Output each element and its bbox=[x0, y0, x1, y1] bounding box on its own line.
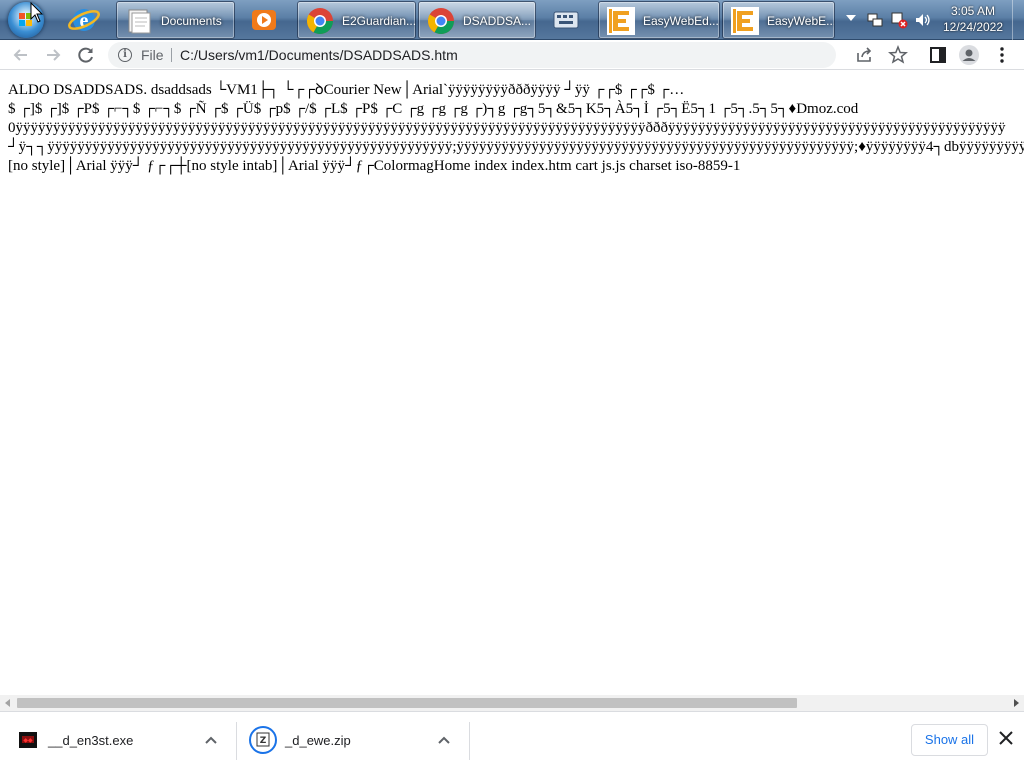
download-shelf: ◆◆ __d_en3st.exe Z _d_ewe.zip Show all bbox=[0, 711, 1024, 768]
download-item[interactable]: Z _d_ewe.zip bbox=[237, 722, 470, 760]
taskbar-clock[interactable]: 3:05 AM 12/24/2022 bbox=[938, 3, 1008, 35]
clock-time: 3:05 AM bbox=[950, 4, 996, 18]
download-filename: __d_en3st.exe bbox=[48, 733, 134, 748]
horizontal-scrollbar[interactable] bbox=[0, 695, 1024, 711]
taskbar-button-label: Documents bbox=[161, 14, 222, 28]
kebab-menu-icon bbox=[1000, 47, 1004, 63]
clock-date: 12/24/2022 bbox=[942, 20, 1004, 34]
page-content: ALDO DSADDSADS. dsaddsads └VM1├┐ └┌┌ꝺCou… bbox=[0, 71, 1024, 695]
taskbar-button-label: EasyWebE... bbox=[767, 14, 835, 28]
content-line: ALDO DSADDSADS. dsaddsads └VM1├┐ └┌┌ꝺCou… bbox=[8, 82, 685, 98]
side-panel-button[interactable] bbox=[927, 44, 949, 66]
volume-icon[interactable] bbox=[914, 11, 932, 29]
url-text[interactable]: C:/Users/vm1/Documents/DSADDSADS.htm bbox=[180, 42, 458, 68]
arrow-left-icon bbox=[13, 49, 27, 61]
scroll-left-arrow-icon[interactable] bbox=[5, 699, 10, 707]
download-filename: _d_ewe.zip bbox=[285, 733, 351, 748]
star-icon bbox=[888, 44, 908, 64]
easywebeditor-icon bbox=[729, 5, 761, 37]
forward-button[interactable] bbox=[42, 44, 64, 66]
taskbar-dsaddsads-button[interactable]: DSADDSA... bbox=[418, 1, 536, 39]
exe-file-icon: ◆◆ bbox=[18, 730, 38, 750]
content-line: $ ┌]$ ┌]$ ┌P$ ┌⌐┐$ ┌⌐┐$ ┌Ñ ┌$ ┌Ü$ ┌p$ ┌/… bbox=[8, 101, 859, 117]
arrow-right-icon bbox=[47, 49, 61, 61]
info-icon[interactable]: i bbox=[118, 48, 132, 62]
scheme-label: File bbox=[141, 47, 164, 63]
content-line: 0ÿÿÿÿÿÿÿÿÿÿÿÿÿÿÿÿÿÿÿÿÿÿÿÿÿÿÿÿÿÿÿÿÿÿÿÿÿÿÿ… bbox=[8, 120, 1006, 136]
content-line: [no style]│Arial ÿÿÿ┘ ƒ┌┌┼[no style inta… bbox=[8, 158, 741, 174]
content-line: ┘ÿ┐┐ÿÿÿÿÿÿÿÿÿÿÿÿÿÿÿÿÿÿÿÿÿÿÿÿÿÿÿÿÿÿÿÿÿÿÿÿ… bbox=[8, 139, 1024, 155]
taskbar-button-label: EasyWebEd... bbox=[643, 14, 719, 28]
system-tray: 3:05 AM 12/24/2022 bbox=[840, 0, 1024, 40]
taskbar-documents-button[interactable]: Documents bbox=[116, 1, 235, 39]
chrome-icon bbox=[304, 5, 336, 37]
profile-button[interactable] bbox=[958, 44, 980, 66]
keyboard-icon[interactable] bbox=[548, 2, 584, 38]
easywebeditor-icon bbox=[605, 5, 637, 37]
close-icon[interactable] bbox=[996, 728, 1016, 748]
browser-toolbar: i File C:/Users/vm1/Documents/DSADDSADS.… bbox=[0, 40, 1024, 70]
taskbar-button-label: DSADDSA... bbox=[463, 14, 532, 28]
share-icon bbox=[857, 47, 872, 62]
divider bbox=[171, 48, 172, 62]
scrollbar-thumb[interactable] bbox=[17, 698, 797, 708]
show-all-button[interactable]: Show all bbox=[911, 724, 988, 756]
zip-file-icon: Z bbox=[249, 726, 277, 754]
media-player-icon[interactable] bbox=[246, 2, 282, 38]
taskbar-button-label: E2Guardian... bbox=[342, 14, 416, 28]
svg-text:Z: Z bbox=[260, 736, 267, 746]
chrome-icon bbox=[425, 5, 457, 37]
taskbar-easywebeditor-button-2[interactable]: EasyWebE... bbox=[722, 1, 835, 39]
taskbar: e Documents E2Guardian... DSADDSA... Eas… bbox=[0, 0, 1024, 40]
taskbar-e2guardian-button[interactable]: E2Guardian... bbox=[297, 1, 416, 39]
download-item[interactable]: ◆◆ __d_en3st.exe bbox=[0, 722, 237, 760]
svg-text:◆◆: ◆◆ bbox=[23, 737, 33, 744]
reload-icon bbox=[78, 47, 93, 63]
scroll-right-arrow-icon[interactable] bbox=[1014, 699, 1019, 707]
taskbar-easywebeditor-button[interactable]: EasyWebEd... bbox=[598, 1, 720, 39]
show-desktop-button[interactable] bbox=[1012, 0, 1024, 40]
show-hidden-icons-icon[interactable] bbox=[846, 15, 856, 21]
back-button[interactable] bbox=[10, 44, 32, 66]
side-panel-icon bbox=[930, 47, 946, 63]
reload-button[interactable] bbox=[75, 44, 97, 66]
folder-icon bbox=[123, 5, 155, 37]
share-button[interactable] bbox=[854, 44, 876, 66]
chevron-up-icon[interactable] bbox=[437, 733, 451, 747]
internet-explorer-icon[interactable]: e bbox=[66, 2, 102, 38]
network-icon[interactable] bbox=[866, 11, 884, 29]
chevron-up-icon[interactable] bbox=[204, 733, 218, 747]
profile-icon bbox=[959, 45, 979, 65]
bookmark-button[interactable] bbox=[887, 44, 909, 66]
network-error-icon[interactable] bbox=[890, 11, 908, 29]
menu-button[interactable] bbox=[991, 44, 1013, 66]
address-bar[interactable]: i File C:/Users/vm1/Documents/DSADDSADS.… bbox=[108, 42, 836, 68]
